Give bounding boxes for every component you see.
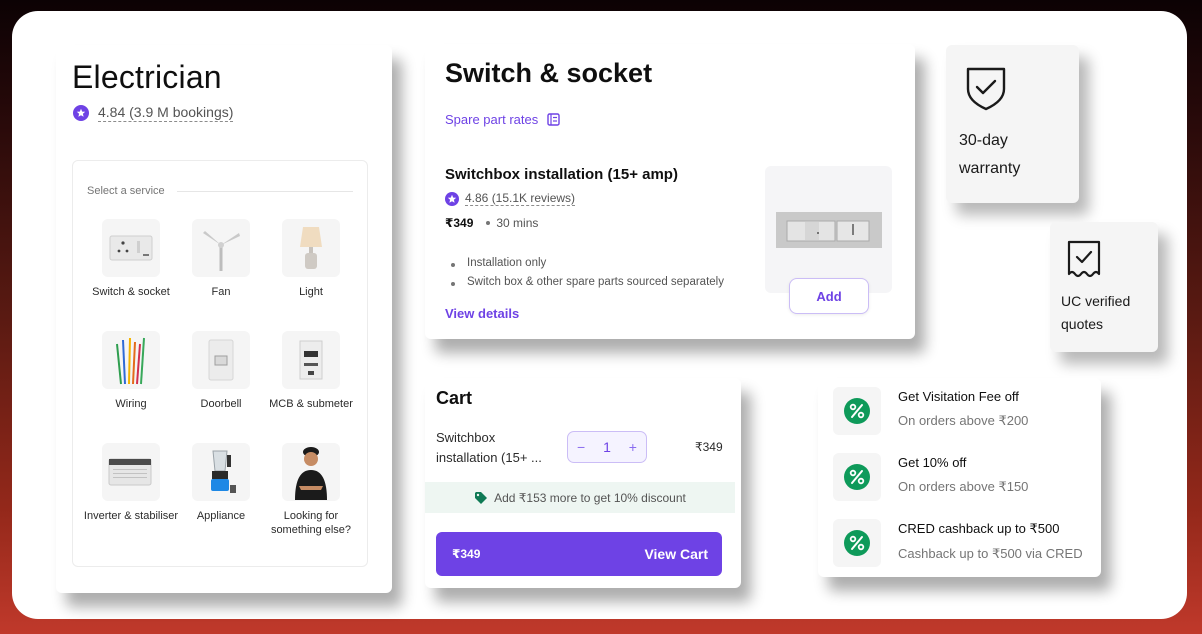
service-label: Appliance xyxy=(196,510,246,522)
offer-title: CRED cashback up to ₹500 xyxy=(898,521,1060,536)
professional-icon xyxy=(282,443,340,501)
service-selector-header: Select a service xyxy=(87,185,353,197)
view-cart-button[interactable]: ₹349 View Cart xyxy=(436,532,722,576)
appliance-icon xyxy=(192,443,250,501)
service-item-title: Switchbox installation (15+ amp) xyxy=(445,166,678,183)
quantity-value: 1 xyxy=(603,439,611,455)
detail-bullet: Switch box & other spare parts sourced s… xyxy=(449,276,724,288)
offer-item[interactable]: Get Visitation Fee off On orders above ₹… xyxy=(833,387,1028,435)
section-title: Switch & socket xyxy=(445,58,653,88)
star-icon xyxy=(445,191,459,206)
service-selector: Select a service Switch & socket Fan Lig… xyxy=(72,160,368,567)
lamp-icon xyxy=(282,219,340,277)
inverter-icon xyxy=(102,443,160,501)
fan-icon xyxy=(192,219,250,277)
service-label: Light xyxy=(299,286,323,298)
decrement-button[interactable]: − xyxy=(577,439,585,455)
view-details-link[interactable]: View details xyxy=(445,306,519,321)
service-switch-socket[interactable]: Switch & socket xyxy=(81,219,181,299)
view-cart-label: View Cart xyxy=(644,546,708,562)
service-appliance[interactable]: Appliance xyxy=(171,443,271,523)
offer-subtitle: On orders above ₹200 xyxy=(898,413,1029,428)
star-icon xyxy=(73,104,89,121)
cart-item-price: ₹349 xyxy=(695,440,723,454)
item-price: ₹349 xyxy=(445,216,474,230)
offer-item[interactable]: CRED cashback up to ₹500 Cashback up to … xyxy=(833,519,1083,567)
offers-panel: Get Visitation Fee off On orders above ₹… xyxy=(818,378,1101,577)
warranty-badge: 30-day warranty xyxy=(946,45,1079,203)
shield-check-icon xyxy=(966,67,1006,111)
offer-subtitle: On orders above ₹150 xyxy=(898,479,1029,494)
service-label: Doorbell xyxy=(200,398,242,410)
service-label: Switch & socket xyxy=(92,286,170,298)
service-fan[interactable]: Fan xyxy=(171,219,271,299)
rating-text: 4.84 (3.9 M bookings) xyxy=(98,104,234,122)
divider xyxy=(176,190,353,192)
spare-part-rates-link[interactable]: Spare part rates xyxy=(445,112,560,127)
rating-summary[interactable]: 4.84 (3.9 M bookings) xyxy=(73,104,234,122)
offer-title: Get 10% off xyxy=(898,455,967,470)
offer-subtitle: Cashback up to ₹500 via CRED xyxy=(898,546,1083,561)
switch-socket-icon xyxy=(102,219,160,277)
cart-panel: Cart Switchbox installation (15+ ... − 1… xyxy=(425,378,741,588)
add-button[interactable]: Add xyxy=(789,278,869,314)
warranty-text: 30-day warranty xyxy=(959,132,1021,177)
rating-text: 4.86 (15.1K reviews) xyxy=(465,191,576,207)
separator-dot xyxy=(486,221,491,225)
service-inverter[interactable]: Inverter & stabiliser xyxy=(81,443,181,523)
discount-text: Add ₹153 more to get 10% discount xyxy=(494,490,686,505)
discount-banner: Add ₹153 more to get 10% discount xyxy=(425,482,735,513)
service-something-else[interactable]: Looking for something else? xyxy=(261,443,361,537)
item-details-list: Installation only Switch box & other spa… xyxy=(449,257,724,295)
mcb-icon xyxy=(282,331,340,389)
doorbell-icon xyxy=(192,331,250,389)
electrician-panel: Electrician 4.84 (3.9 M bookings) Select… xyxy=(56,45,392,593)
item-rating[interactable]: 4.86 (15.1K reviews) xyxy=(445,191,576,207)
discount-percent-icon xyxy=(833,519,881,567)
item-duration: 30 mins xyxy=(496,216,539,230)
page-title: Electrician xyxy=(72,59,222,95)
service-doorbell[interactable]: Doorbell xyxy=(171,331,271,411)
detail-bullet: Installation only xyxy=(449,257,724,269)
cart-total: ₹349 xyxy=(452,547,481,561)
cart-title: Cart xyxy=(436,388,473,408)
cart-item-name: Switchbox installation (15+ ... xyxy=(436,430,542,465)
offer-item[interactable]: Get 10% off On orders above ₹150 xyxy=(833,453,1028,501)
increment-button[interactable]: + xyxy=(629,439,637,455)
tag-icon xyxy=(475,491,488,504)
service-wiring[interactable]: Wiring xyxy=(81,331,181,411)
rate-card-icon xyxy=(547,113,560,126)
uc-verified-badge: UC verified quotes xyxy=(1050,222,1158,352)
switch-socket-panel: Switch & socket Spare part rates Switchb… xyxy=(425,44,915,339)
quantity-stepper: − 1 + xyxy=(567,431,647,463)
discount-percent-icon xyxy=(833,453,881,501)
spare-part-rates-label: Spare part rates xyxy=(445,112,539,127)
service-light[interactable]: Light xyxy=(261,219,361,299)
uc-verified-text: UC verified quotes xyxy=(1061,293,1131,332)
service-label: Looking for something else? xyxy=(270,510,352,536)
service-label: Wiring xyxy=(115,398,147,410)
offer-title: Get Visitation Fee off xyxy=(898,389,1019,404)
service-label: MCB & submeter xyxy=(269,398,353,410)
switchbox-image xyxy=(765,166,892,293)
price-duration: ₹349 30 mins xyxy=(445,216,538,230)
service-label: Inverter & stabiliser xyxy=(83,510,179,522)
discount-percent-icon xyxy=(833,387,881,435)
wiring-icon xyxy=(102,331,160,389)
select-service-label: Select a service xyxy=(87,185,165,197)
receipt-check-icon xyxy=(1067,240,1101,278)
service-label: Fan xyxy=(211,286,231,298)
service-mcb[interactable]: MCB & submeter xyxy=(261,331,361,411)
